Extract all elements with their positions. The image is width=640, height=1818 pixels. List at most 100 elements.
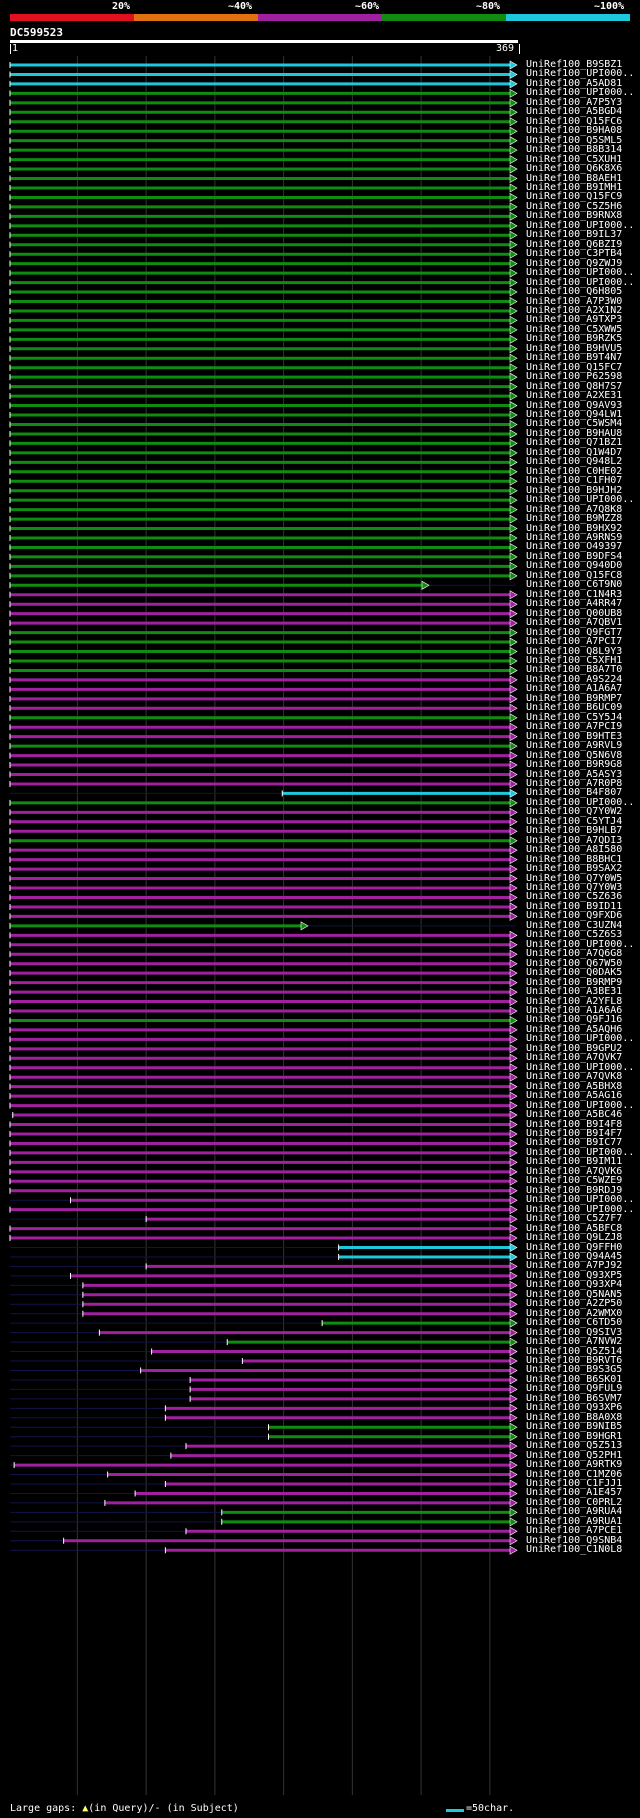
footer-subject-text: (in Subject)	[160, 1803, 239, 1814]
hit-arrow-icon	[509, 1347, 518, 1357]
hit-arrow-icon	[509, 372, 518, 382]
hit-arrow-icon	[509, 249, 518, 259]
hit-arrow-icon	[509, 259, 518, 269]
hit-arrow-icon	[509, 382, 518, 392]
hit-arrow-icon	[509, 1517, 518, 1527]
hit-arrow-icon	[509, 391, 518, 401]
hit-arrow-icon	[509, 448, 518, 458]
hit-arrow-icon	[509, 552, 518, 562]
scale-bar	[446, 1809, 464, 1812]
hit-arrow-icon	[509, 571, 518, 581]
hit-arrow-icon	[509, 1536, 518, 1546]
hit-arrow-icon	[509, 1271, 518, 1281]
footer-gaps-prefix: Large gaps:	[10, 1803, 83, 1814]
hit-arrow-icon	[509, 353, 518, 363]
hit-arrow-icon	[509, 987, 518, 997]
hit-arrow-icon	[509, 145, 518, 155]
hit-arrow-icon	[509, 1034, 518, 1044]
hit-arrow-icon	[509, 864, 518, 874]
hit-arrow-icon	[509, 959, 518, 969]
hit-arrow-icon	[509, 542, 518, 552]
hit-arrow-icon	[509, 845, 518, 855]
hit-arrow-icon	[509, 476, 518, 486]
hit-arrow-icon	[509, 751, 518, 761]
hit-arrow-icon	[509, 1224, 518, 1234]
hit-arrow-icon	[509, 363, 518, 373]
hit-arrow-icon	[509, 117, 518, 127]
hit-arrow-icon	[509, 514, 518, 524]
hit-arrow-icon	[509, 902, 518, 912]
hit-arrow-icon	[509, 826, 518, 836]
hit-arrow-icon	[509, 136, 518, 146]
hit-arrow-icon	[509, 1195, 518, 1205]
hit-arrow-icon	[509, 703, 518, 713]
hit-arrow-icon	[509, 505, 518, 515]
hit-arrow-icon	[509, 88, 518, 98]
hit-arrow-icon	[509, 817, 518, 827]
hit-arrow-icon	[509, 183, 518, 193]
hit-arrow-icon	[509, 1110, 518, 1120]
hit-arrow-icon	[509, 240, 518, 250]
hit-arrow-icon	[509, 192, 518, 202]
hit-arrow-icon	[509, 1138, 518, 1148]
hit-arrow-icon	[509, 211, 518, 221]
hit-arrow-icon	[421, 580, 430, 590]
hit-arrow-icon	[509, 1120, 518, 1130]
hit-arrow-icon	[509, 609, 518, 619]
hit-arrow-icon	[509, 202, 518, 212]
footer-gaps-legend: Large gaps: ▲(in Query)/- (in Subject)	[10, 1803, 239, 1814]
hit-arrow-icon	[509, 1261, 518, 1271]
hit-arrow-icon	[509, 1082, 518, 1092]
hit-arrow-icon	[509, 1006, 518, 1016]
hit-arrow-icon	[509, 949, 518, 959]
hit-arrow-icon	[509, 1053, 518, 1063]
hit-arrow-icon	[509, 836, 518, 846]
hit-arrow-icon	[509, 1337, 518, 1347]
hit-arrow-icon	[509, 401, 518, 411]
hit-arrow-icon	[509, 599, 518, 609]
hit-arrow-icon	[509, 1242, 518, 1253]
hit-arrow-icon	[509, 713, 518, 723]
hit-arrow-icon	[509, 741, 518, 751]
hit-arrow-icon	[509, 1186, 518, 1196]
footer-query-text: (in Query)/	[88, 1803, 155, 1814]
hit-arrow-icon	[509, 1356, 518, 1366]
hit-arrow-icon	[509, 760, 518, 770]
hit-arrow-icon	[509, 457, 518, 467]
hit-arrow-icon	[509, 656, 518, 666]
hit-arrow-icon	[509, 798, 518, 808]
hit-arrow-icon	[509, 769, 518, 780]
hit-arrow-icon	[509, 779, 518, 789]
hit-arrow-icon	[509, 410, 518, 420]
hit-arrow-icon	[509, 1290, 518, 1300]
hit-arrow-icon	[509, 722, 518, 732]
hit-arrow-icon	[509, 788, 518, 798]
hit-arrow-icon	[509, 1214, 518, 1224]
hit-arrow-icon	[509, 306, 518, 316]
hit-arrow-icon	[509, 1470, 518, 1480]
hit-arrow-icon	[509, 1233, 518, 1243]
hit-arrow-icon	[509, 1252, 518, 1262]
hit-arrow-icon	[509, 1148, 518, 1158]
hit-arrow-icon	[509, 694, 518, 704]
hit-arrow-icon	[509, 495, 518, 505]
hit-arrow-icon	[509, 221, 518, 231]
hit-arrow-icon	[509, 1479, 518, 1489]
hit-arrow-icon	[509, 940, 518, 950]
hit-arrow-icon	[509, 315, 518, 325]
hit-arrow-icon	[509, 155, 518, 165]
hit-arrow-icon	[509, 807, 518, 817]
hit-arrow-icon	[509, 1101, 518, 1111]
hit-arrow-icon	[509, 126, 518, 136]
hit-arrow-icon	[509, 278, 518, 288]
hit-arrow-icon	[509, 98, 518, 108]
hit-arrow-icon	[509, 533, 518, 543]
hit-arrow-icon	[509, 344, 518, 354]
hit-arrow-icon	[300, 921, 309, 931]
hit-arrow-icon	[509, 334, 518, 344]
hit-arrow-icon	[509, 1526, 518, 1536]
hit-arrow-icon	[509, 883, 518, 893]
hit-label[interactable]: UniRef100_C1N0L8	[526, 1545, 622, 1555]
hit-arrow-icon	[509, 325, 518, 335]
hit-arrow-icon	[509, 429, 518, 439]
